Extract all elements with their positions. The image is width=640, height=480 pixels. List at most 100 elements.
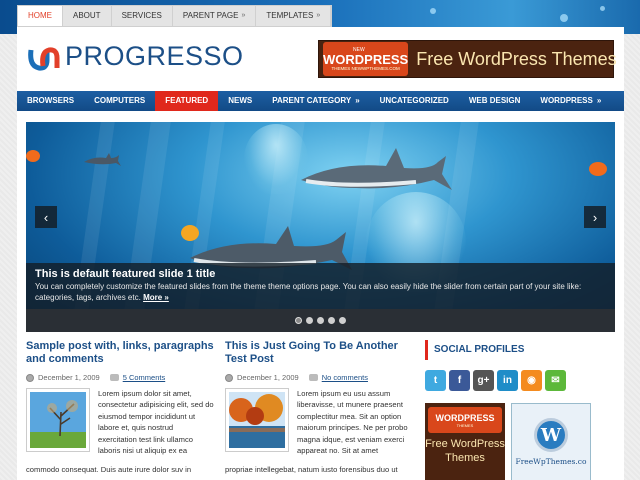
dropdown-arrow-icon: » — [241, 12, 246, 19]
slider-dot[interactable] — [295, 317, 302, 324]
post-2: This is Just Going To Be Another Test Po… — [225, 340, 415, 480]
page-container: PROGRESSO NEW WORDPRESS THEMES NEWWPTHEM… — [17, 27, 624, 480]
autumn-lake-image — [229, 392, 285, 448]
sparkle — [600, 6, 605, 11]
banner-badge-sub: THEMES NEWWPTHEMES.COM — [331, 66, 400, 71]
main-nav-label: COMPUTERS — [94, 96, 146, 105]
main-nav-item-web-design[interactable]: WEB DESIGN — [459, 91, 531, 111]
logo-text: PROGRESSO — [65, 41, 244, 71]
dropdown-arrow-icon: » — [596, 96, 602, 105]
linkedin-icon[interactable]: in — [497, 370, 518, 391]
slider-next-button[interactable]: › — [584, 206, 606, 228]
sparkle — [560, 14, 568, 22]
top-nav-label: SERVICES — [121, 11, 162, 20]
top-nav-label: ABOUT — [73, 11, 101, 20]
fish-image — [589, 162, 607, 176]
site-logo[interactable]: PROGRESSO — [27, 41, 244, 72]
main-nav-item-featured[interactable]: FEATURED — [155, 91, 219, 111]
ad-text: FreeWpThemes.co — [515, 457, 587, 466]
twitter-icon[interactable]: t — [425, 370, 446, 391]
fish-image — [26, 150, 40, 162]
slider-dot[interactable] — [328, 317, 335, 324]
slider-dot[interactable] — [306, 317, 313, 324]
main-nav-label: UNCATEGORIZED — [379, 96, 449, 105]
slider-prev-button[interactable]: ‹ — [35, 206, 57, 228]
sidebar-ad-wordpress-themes[interactable]: WORDPRESS THEMES Free WordPress Themes — [425, 403, 505, 480]
comment-icon — [308, 374, 318, 381]
chevron-right-icon: › — [592, 209, 598, 225]
banner-badge: NEW WORDPRESS THEMES NEWWPTHEMES.COM — [323, 42, 409, 76]
small-shark-image — [84, 153, 121, 166]
slide-more-link[interactable]: More » — [143, 293, 169, 302]
slide-text: You can completely customize the feature… — [35, 281, 606, 303]
ad-badge-word: WORDPRESS — [435, 412, 495, 423]
chevron-left-icon: ‹ — [43, 209, 49, 225]
post-excerpt: Lorem ipsum eu usu assum liberavisse, ut… — [297, 389, 408, 456]
main-nav-label: BROWSERS — [27, 96, 75, 105]
sidebar-ads: WORDPRESS THEMES Free WordPress Themes W… — [425, 403, 615, 480]
post-thumbnail[interactable] — [26, 388, 90, 452]
main-nav-label: FEATURED — [165, 96, 209, 105]
post-excerpt-tail: propriae intellegebat, natum iusto foren… — [225, 465, 398, 474]
top-nav-label: HOME — [28, 11, 52, 20]
slider-dot[interactable] — [339, 317, 346, 324]
slider-pager — [26, 309, 615, 332]
slider-dot[interactable] — [317, 317, 324, 324]
top-nav-label: TEMPLATES — [266, 11, 314, 20]
main-nav-item-parent-category[interactable]: PARENT CATEGORY» — [262, 91, 369, 111]
calendar-icon — [225, 373, 233, 382]
slide-title[interactable]: This is default featured slide 1 title — [35, 267, 606, 281]
main-nav-item-wordpress[interactable]: WORDPRESS» — [530, 91, 611, 111]
ad-badge-sub: THEMES — [456, 422, 474, 428]
post-body: Lorem ipsum dolor sit amet, consectetur … — [26, 388, 216, 480]
wordpress-logo-icon: W — [534, 418, 568, 452]
sidebar-ad-freewpthemes[interactable]: W FreeWpThemes.co — [511, 403, 591, 480]
slide-description: You can completely customize the feature… — [35, 282, 582, 302]
post-comments-link[interactable]: No comments — [322, 373, 368, 382]
main-navigation: BROWSERS COMPUTERS FEATURED NEWS PARENT CATE… — [17, 91, 624, 111]
post-thumbnail[interactable] — [225, 388, 289, 452]
comment-icon — [109, 374, 119, 381]
post-meta: December 1, 2009 5 Comments — [26, 373, 216, 382]
top-nav-item-about[interactable]: ABOUT — [63, 6, 112, 26]
main-nav-label: WEB DESIGN — [468, 96, 521, 105]
ad-text: Free WordPress Themes — [425, 438, 505, 464]
post-excerpt: Lorem ipsum dolor sit amet, consectetur … — [98, 389, 214, 456]
logo-mark-icon — [27, 42, 61, 72]
post-title[interactable]: This is Just Going To Be Another Test Po… — [225, 340, 415, 366]
main-nav-item-browsers[interactable]: BROWSERS — [17, 91, 84, 111]
shark-image — [301, 148, 452, 190]
post-comments-link[interactable]: 5 Comments — [123, 373, 166, 382]
main-nav-label: WORDPRESS — [540, 96, 593, 105]
top-nav-label: PARENT PAGE — [182, 11, 239, 20]
tree-image — [30, 392, 86, 448]
featured-slider[interactable]: ‹ › This is default featured slide 1 tit… — [26, 122, 615, 332]
top-nav-item-templates[interactable]: TEMPLATES» — [256, 6, 332, 26]
main-nav-item-computers[interactable]: COMPUTERS — [84, 91, 155, 111]
email-icon[interactable]: ✉ — [545, 370, 566, 391]
main-nav-label: PARENT CATEGORY — [272, 96, 352, 105]
post-excerpt-tail: commodo consequat. Duis aute irure dolor… — [26, 465, 192, 474]
main-nav-item-news[interactable]: NEWS — [218, 91, 262, 111]
calendar-icon — [26, 373, 34, 382]
fish-image — [181, 225, 199, 241]
rss-icon[interactable]: ◉ — [521, 370, 542, 391]
google-plus-icon[interactable]: g+ — [473, 370, 494, 391]
main-nav-item-uncategorized[interactable]: UNCATEGORIZED — [370, 91, 459, 111]
banner-text: Free WordPress Themes — [416, 48, 617, 69]
top-navigation: HOME ABOUT SERVICES PARENT PAGE» TEMPLATES» — [17, 5, 333, 27]
header-banner-ad[interactable]: NEW WORDPRESS THEMES NEWWPTHEMES.COM Fre… — [318, 40, 617, 78]
post-title[interactable]: Sample post with, links, paragraphs and … — [26, 340, 216, 366]
social-icons: t f g+ in ◉ ✉ — [425, 370, 615, 391]
top-nav-item-parent-page[interactable]: PARENT PAGE» — [173, 6, 257, 26]
ad-badge: WORDPRESS THEMES — [428, 407, 502, 433]
dropdown-arrow-icon: » — [355, 96, 360, 105]
post-meta: December 1, 2009 No comments — [225, 373, 415, 382]
main-nav-label: NEWS — [228, 96, 253, 105]
facebook-icon[interactable]: f — [449, 370, 470, 391]
top-nav-item-home[interactable]: HOME — [18, 6, 63, 26]
slide-caption: This is default featured slide 1 title Y… — [26, 263, 615, 309]
sidebar: SOCIAL PROFILES t f g+ in ◉ ✉ WORDPRESS THEME… — [425, 340, 615, 480]
social-profiles-heading: SOCIAL PROFILES — [425, 340, 615, 360]
top-nav-item-services[interactable]: SERVICES — [112, 6, 173, 26]
